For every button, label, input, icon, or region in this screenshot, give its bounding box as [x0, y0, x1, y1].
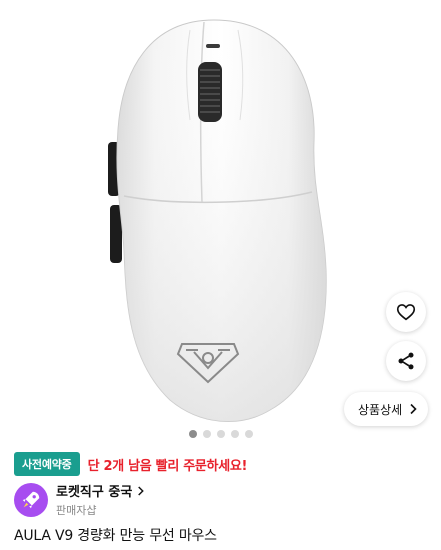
product-title: AULA V9 경량화 만능 무선 마우스 — [14, 528, 217, 544]
product-detail-button[interactable]: 상품상세 — [344, 392, 429, 426]
pagination-dot[interactable] — [230, 430, 239, 438]
product-image[interactable] — [0, 0, 441, 435]
pagination-dot-active[interactable] — [188, 430, 197, 438]
seller-avatar — [14, 482, 48, 517]
seller-text: 로켓직구 중국 판매자샵 — [56, 481, 145, 518]
seller-info[interactable]: 로켓직구 중국 판매자샵 — [14, 481, 145, 518]
seller-name-row[interactable]: 로켓직구 중국 — [56, 481, 145, 500]
pagination-dot[interactable] — [216, 430, 225, 438]
share-button[interactable] — [386, 341, 426, 381]
seller-sub-label: 판매자샵 — [56, 504, 97, 517]
pagination-dot[interactable] — [244, 430, 253, 438]
chevron-right-icon — [410, 403, 417, 415]
share-icon — [398, 352, 414, 370]
pagination-dot[interactable] — [202, 430, 211, 438]
seller-name: 로켓직구 중국 — [56, 485, 133, 500]
mouse-illustration — [108, 19, 327, 422]
stock-notice: 단 2개 남음 빨리 주문하세요! — [87, 458, 248, 474]
heart-icon — [396, 304, 416, 321]
image-pagination — [0, 430, 441, 438]
chevron-right-icon — [138, 485, 145, 496]
like-button[interactable] — [386, 292, 426, 332]
rocket-icon — [22, 491, 40, 508]
preorder-badge: 사전예약중 — [14, 452, 80, 476]
product-detail-label: 상품상세 — [358, 402, 403, 417]
status-row: 사전예약중 단 2개 남음 빨리 주문하세요! — [14, 452, 247, 476]
